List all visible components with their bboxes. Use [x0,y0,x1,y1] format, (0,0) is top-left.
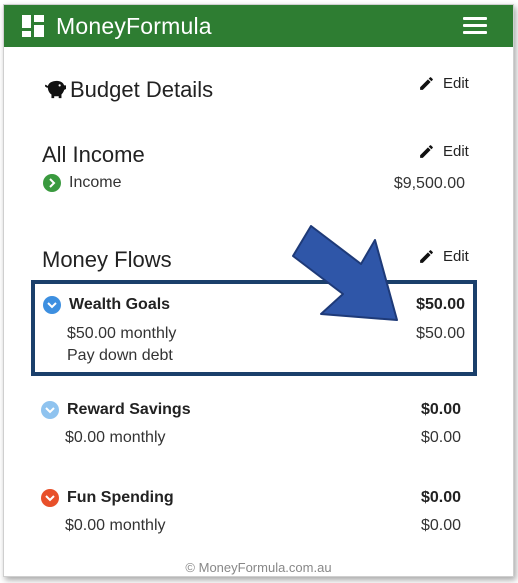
flow-item-wealth-goals[interactable]: Wealth Goals [43,296,170,314]
flow-monthly: $0.00 monthly [65,517,166,534]
pencil-icon [420,145,433,158]
chevron-right-icon [43,174,61,192]
brand-name[interactable]: MoneyFormula [56,12,212,40]
flow-monthly: $50.00 monthly [67,325,177,342]
flow-name: Reward Savings [67,401,191,418]
chevron-down-icon [43,296,61,314]
income-edit-button[interactable]: Edit [418,143,469,160]
income-amount: $9,500.00 [393,175,465,192]
flow-total: $0.00 [420,489,461,506]
income-row[interactable]: Income [43,174,121,192]
hamburger-menu-icon[interactable] [463,17,487,35]
pencil-icon [420,250,433,263]
flow-item-reward-savings[interactable]: Reward Savings [41,401,191,419]
budget-edit-button[interactable]: Edit [418,75,469,92]
money-flows-heading: Money Flows [42,247,172,272]
flow-name: Wealth Goals [69,296,171,313]
flow-monthly-amount: $0.00 [420,429,461,446]
app-frame: MoneyFormula Budget Details Edit All Inc… [3,4,514,577]
flow-item-fun-spending[interactable]: Fun Spending [41,489,174,507]
flow-note: Pay down debt [67,347,173,364]
flow-name: Fun Spending [67,489,174,506]
flow-monthly-amount: $0.00 [420,517,461,534]
chevron-down-icon [41,401,59,419]
flow-monthly-amount: $50.00 [416,325,465,342]
budget-details-heading: Budget Details [70,77,214,102]
flow-total: $50.00 [416,296,465,313]
chevron-down-icon [41,489,59,507]
edit-label: Edit [443,75,469,92]
pencil-icon [420,77,433,90]
copyright-footer: © MoneyFormula.com.au [185,560,332,575]
flow-monthly: $0.00 monthly [65,429,166,446]
all-income-heading: All Income [42,142,145,167]
top-bar: MoneyFormula [4,5,513,47]
income-label: Income [69,174,122,191]
flow-total: $0.00 [420,401,461,418]
edit-label: Edit [443,248,469,265]
dashboard-logo-icon [22,15,44,37]
piggy-bank-icon [45,80,66,99]
edit-label: Edit [443,143,469,160]
flows-edit-button[interactable]: Edit [418,248,469,265]
